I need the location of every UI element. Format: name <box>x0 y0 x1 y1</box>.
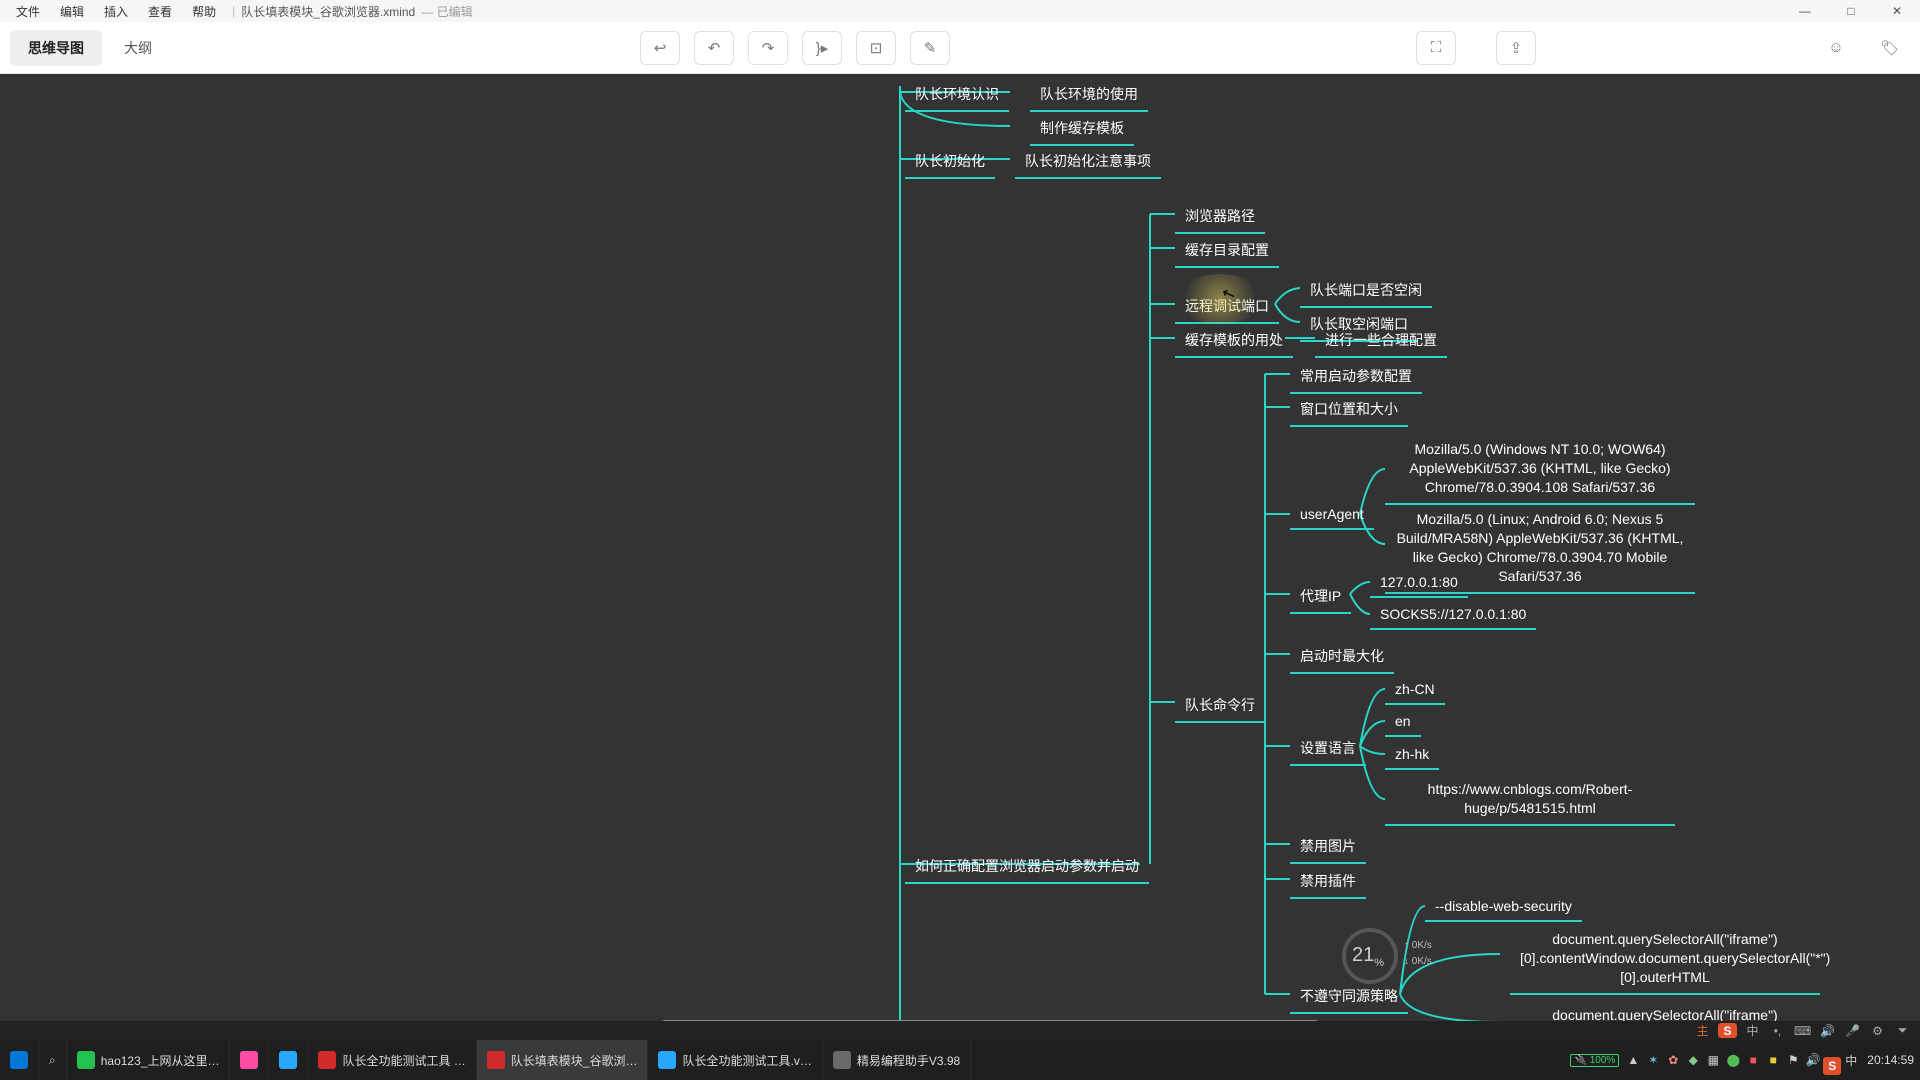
node-env-use[interactable]: 队长环境的使用 <box>1030 80 1148 108</box>
taskbar-item[interactable]: 精易编程助手V3.98 <box>823 1040 971 1080</box>
battery-icon[interactable]: 🔌 100% <box>1570 1054 1619 1067</box>
ime-lang-tray[interactable]: 中 <box>1841 1040 1861 1080</box>
node-how-config[interactable]: 如何正确配置浏览器启动参数并启动 <box>905 852 1149 880</box>
toolbar: 思维导图 大纲 ↩ ↶ ↷ }▸ ⊡ ✎ ⛶ ⇪ ☺ 🏷 <box>0 22 1920 74</box>
tray-icon[interactable]: ✶ <box>1643 1040 1663 1080</box>
window-minimize-button[interactable]: — <box>1782 4 1828 18</box>
tab-mindmap[interactable]: 思维导图 <box>10 30 102 66</box>
node-captain-cmdline[interactable]: 队长命令行 <box>1175 691 1265 719</box>
ime-lang[interactable]: 中 <box>1743 1023 1762 1038</box>
taskbar-item[interactable] <box>269 1040 308 1080</box>
node-common-params[interactable]: 常用启动参数配置 <box>1290 362 1422 390</box>
leaf-lang-url[interactable]: https://www.cnblogs.com/Robert-huge/p/54… <box>1385 776 1675 822</box>
tray-icon[interactable]: ▦ <box>1703 1040 1723 1080</box>
node-disable-images[interactable]: 禁用图片 <box>1290 832 1366 860</box>
share-icon[interactable]: ⇪ <box>1496 31 1536 65</box>
ime-badge[interactable]: S <box>1823 1057 1841 1075</box>
search-button[interactable]: ⌕ <box>39 1040 67 1080</box>
tab-outline[interactable]: 大纲 <box>106 30 170 66</box>
node-port-free[interactable]: 队长端口是否空闲 <box>1300 276 1432 304</box>
speaker-icon[interactable]: 🔊 <box>1818 1023 1837 1038</box>
note-icon[interactable]: ✎ <box>910 31 950 65</box>
back-icon[interactable]: ↩ <box>640 31 680 65</box>
leaf-lang-zhhk[interactable]: zh-hk <box>1385 742 1439 766</box>
node-useragent[interactable]: userAgent <box>1290 502 1374 526</box>
taskbar-clock[interactable]: 20:14:59 <box>1867 1053 1914 1067</box>
ime-status-bar: 主 S 中 •, ⌨ 🔊 🎤 ⚙ ⏷ <box>0 1021 1920 1040</box>
system-tray: 🔌 100% ▲ ✶ ✿ ◆ ▦ ⬤ ■ ■ ⚑ 🔊 S 中 20:14:59 <box>1570 1040 1920 1080</box>
emoji-icon[interactable]: ☺ <box>1816 31 1856 65</box>
tray-icon[interactable]: ■ <box>1763 1040 1783 1080</box>
taskbar-item[interactable]: 队长全功能测试工具 … <box>308 1040 476 1080</box>
ime-punct[interactable]: •, <box>1768 1023 1787 1038</box>
menu-help[interactable]: 帮助 <box>182 3 226 20</box>
taskbar-item-active[interactable]: 队长填表模块_谷歌浏… <box>477 1040 649 1080</box>
node-cache-template-use[interactable]: 缓存模板的用处 <box>1175 326 1293 354</box>
title-bar: 文件 编辑 插入 查看 帮助 | 队长填表模块_谷歌浏览器.xmind — 已编… <box>0 0 1920 22</box>
start-button[interactable] <box>0 1040 39 1080</box>
window-maximize-button[interactable]: □ <box>1828 4 1874 18</box>
redo-icon[interactable]: ↷ <box>748 31 788 65</box>
menu-insert[interactable]: 插入 <box>94 3 138 20</box>
leaf-disable-web-security[interactable]: --disable-web-security <box>1425 894 1582 918</box>
fullscreen-icon[interactable]: ⛶ <box>1416 31 1456 65</box>
menu-edit[interactable]: 编辑 <box>50 3 94 20</box>
node-set-lang[interactable]: 设置语言 <box>1290 734 1366 762</box>
topic-icon[interactable]: ⊡ <box>856 31 896 65</box>
document-status: — 已编辑 <box>421 3 472 20</box>
node-init-notes[interactable]: 队长初始化注意事项 <box>1015 147 1161 175</box>
windows-taskbar: ⌕ hao123_上网从这里… 队长全功能测试工具 … 队长填表模块_谷歌浏… … <box>0 1040 1920 1080</box>
node-start-max[interactable]: 启动时最大化 <box>1290 642 1394 670</box>
node-window-pos[interactable]: 窗口位置和大小 <box>1290 395 1408 423</box>
network-speed-widget: 21% ↑ 0K/s↓ 0K/s <box>1342 926 1432 986</box>
leaf-lang-en[interactable]: en <box>1385 709 1421 733</box>
tray-icon[interactable]: ■ <box>1743 1040 1763 1080</box>
mic-icon[interactable]: 🎤 <box>1843 1023 1862 1038</box>
node-cache-dir[interactable]: 缓存目录配置 <box>1175 236 1279 264</box>
branch-icon[interactable]: }▸ <box>802 31 842 65</box>
leaf-lang-zhcn[interactable]: zh-CN <box>1385 677 1445 701</box>
node-reasonable-config[interactable]: 进行一些合理配置 <box>1315 326 1447 354</box>
node-init[interactable]: 队长初始化 <box>905 147 995 175</box>
window-close-button[interactable]: ✕ <box>1874 4 1920 18</box>
node-proxy-ip[interactable]: 代理IP <box>1290 582 1351 610</box>
menu-file[interactable]: 文件 <box>6 3 50 20</box>
taskbar-item[interactable]: hao123_上网从这里… <box>67 1040 231 1080</box>
chevron-down-icon[interactable]: ⏷ <box>1893 1023 1912 1038</box>
tray-icon[interactable]: ⚑ <box>1783 1040 1803 1080</box>
tray-icon[interactable]: ⬤ <box>1723 1040 1743 1080</box>
taskbar-item[interactable] <box>230 1040 269 1080</box>
document-filename: 队长填表模块_谷歌浏览器.xmind <box>241 3 415 20</box>
leaf-iframe-window[interactable]: document.querySelectorAll("iframe")[0].c… <box>1510 926 1820 991</box>
keyboard-icon[interactable]: ⌨ <box>1793 1023 1812 1038</box>
settings-icon[interactable]: ⚙ <box>1868 1023 1887 1038</box>
node-env-recognize[interactable]: 队长环境认识 <box>905 80 1009 108</box>
node-browser-path[interactable]: 浏览器路径 <box>1175 202 1265 230</box>
tray-icon[interactable]: ◆ <box>1683 1040 1703 1080</box>
tray-icon[interactable]: ▲ <box>1623 1040 1643 1080</box>
leaf-proxy-socks[interactable]: SOCKS5://127.0.0.1:80 <box>1370 602 1536 626</box>
undo-icon[interactable]: ↶ <box>694 31 734 65</box>
tag-icon[interactable]: 🏷 <box>1870 31 1910 65</box>
leaf-ua-windows[interactable]: Mozilla/5.0 (Windows NT 10.0; WOW64) App… <box>1385 436 1695 501</box>
node-cache-template[interactable]: 制作缓存模板 <box>1030 114 1134 142</box>
menu-view[interactable]: 查看 <box>138 3 182 20</box>
node-disable-plugins[interactable]: 禁用插件 <box>1290 867 1366 895</box>
ime-main-label[interactable]: 主 <box>1693 1023 1712 1038</box>
taskbar-item[interactable]: 队长全功能测试工具.v… <box>648 1040 822 1080</box>
leaf-proxy-http[interactable]: 127.0.0.1:80 <box>1370 570 1468 594</box>
node-no-same-origin[interactable]: 不遵守同源策略 <box>1290 982 1408 1010</box>
tray-icon[interactable]: ✿ <box>1663 1040 1683 1080</box>
volume-icon[interactable]: 🔊 <box>1803 1040 1823 1080</box>
mindmap-canvas[interactable]: 队长环境认识 队长初始化 如何正确配置浏览器启动参数并启动 队长环境的使用 制作… <box>0 74 1920 1034</box>
